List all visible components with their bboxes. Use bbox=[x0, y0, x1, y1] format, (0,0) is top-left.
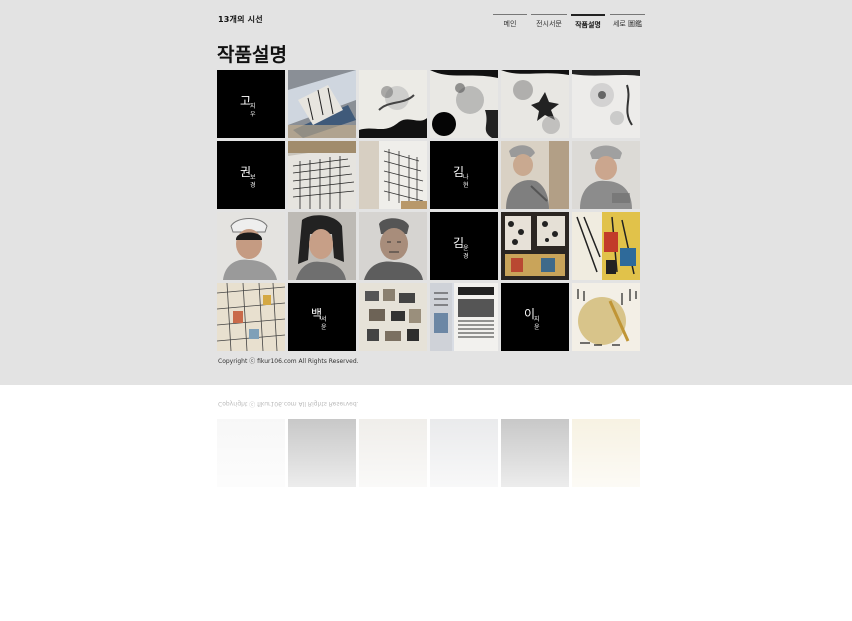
artwork-city-drawing[interactable] bbox=[288, 141, 356, 209]
page-reflection: Copyright ⓒ fikur106.com All Rights Rese… bbox=[0, 392, 852, 621]
artwork-worker-portrait-1[interactable] bbox=[501, 141, 569, 209]
artwork-building-collage[interactable] bbox=[217, 283, 285, 351]
artist-given-name: 나현 bbox=[463, 174, 469, 189]
nav-item-portrait[interactable]: 세로 圖鑑 bbox=[610, 14, 645, 33]
footer-copyright: Copyright ⓒ fikur106.com All Rights Rese… bbox=[218, 358, 359, 365]
artist-given-name: 지우 bbox=[250, 103, 256, 118]
artist-given-name: 윤경 bbox=[463, 245, 469, 260]
artist-tile-lee-jiyun[interactable]: 이 지윤 bbox=[501, 283, 569, 351]
nav-item-preface[interactable]: 전시서문 bbox=[531, 14, 567, 33]
artwork-ink-landscape-blue[interactable] bbox=[288, 70, 356, 138]
site-title[interactable]: 13개의 시선 bbox=[218, 14, 263, 25]
artwork-worker-portrait-2[interactable] bbox=[572, 141, 640, 209]
artist-tile-go-jiwoo[interactable]: 고 지우 bbox=[217, 70, 285, 138]
artwork-ink-pale-flower[interactable] bbox=[572, 70, 640, 138]
reflection-fade bbox=[0, 392, 852, 621]
artwork-ink-flower[interactable] bbox=[501, 70, 569, 138]
artist-tile-kim-nahyun[interactable]: 김 나현 bbox=[430, 141, 498, 209]
artwork-woman-portrait-1[interactable] bbox=[217, 212, 285, 280]
artist-tile-kim-yungyeong[interactable]: 김 윤경 bbox=[430, 212, 498, 280]
artist-given-name: 서윤 bbox=[321, 316, 327, 331]
artwork-city-drawing-detail[interactable] bbox=[359, 141, 427, 209]
artwork-pattern-collage-1[interactable] bbox=[501, 212, 569, 280]
nav-item-main[interactable]: 메인 bbox=[493, 14, 527, 33]
artwork-newspaper-collage[interactable] bbox=[430, 283, 498, 351]
artwork-pattern-collage-2[interactable] bbox=[572, 212, 640, 280]
artist-given-name: 지윤 bbox=[534, 316, 540, 331]
artwork-ink-circles[interactable] bbox=[430, 70, 498, 138]
artist-tile-kwon-bokyung[interactable]: 권 보경 bbox=[217, 141, 285, 209]
nav-item-works[interactable]: 작품설명 bbox=[571, 14, 605, 34]
artwork-grid: 고 지우 권 보경 김 나현 김 윤경 백 서윤 이 지윤 bbox=[217, 70, 642, 351]
artwork-woman-portrait-2[interactable] bbox=[288, 212, 356, 280]
artwork-photo-installation[interactable] bbox=[359, 283, 427, 351]
artist-tile-baek-seoyun[interactable]: 백 서윤 bbox=[288, 283, 356, 351]
artwork-calligraphy-moon[interactable] bbox=[572, 283, 640, 351]
artwork-ink-wash-black[interactable] bbox=[359, 70, 427, 138]
page-background: 13개의 시선 메인 전시서문 작품설명 세로 圖鑑 작품설명 고 지우 권 보… bbox=[0, 0, 852, 385]
artwork-man-portrait[interactable] bbox=[359, 212, 427, 280]
page-title: 작품설명 bbox=[217, 44, 287, 66]
artist-given-name: 보경 bbox=[250, 174, 256, 189]
